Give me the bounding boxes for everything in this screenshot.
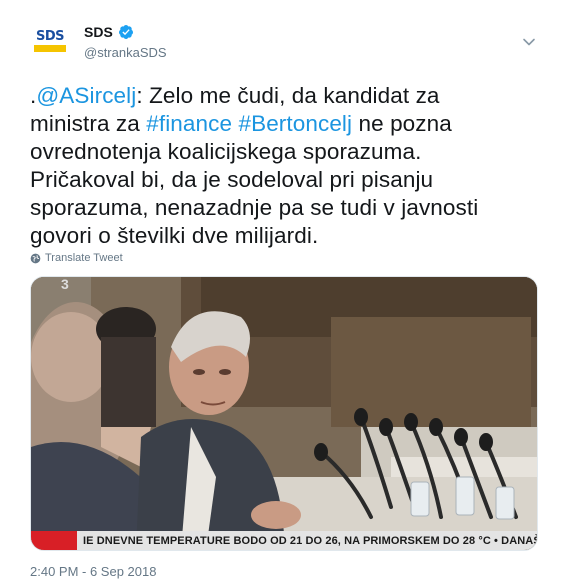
tweet-text-segment: govori o številki dve milijardi. — [30, 223, 319, 248]
translate-label: Translate Tweet — [45, 252, 123, 264]
ticker-red-block — [31, 531, 77, 550]
tweet-text-segment: ne pozna — [352, 111, 452, 136]
name-row: SDS — [84, 24, 134, 40]
tweet-text-segment: Pričakoval bi, da je sodeloval pri pisan… — [30, 167, 434, 192]
tweet-text-line: .@ASircelj: Zelo me čudi, da kandidat za — [30, 82, 542, 110]
tweet-media-image[interactable]: 3 IE DNEVNE TEMPERATURE BODO OD 21 DO 26… — [30, 276, 538, 551]
tweet-text-line: govori o številki dve milijardi. — [30, 222, 542, 250]
media-photo: 3 — [31, 277, 537, 550]
translate-tweet-link[interactable]: Translate Tweet — [30, 252, 123, 264]
tweet-text-line: ministra za #finance #Bertoncelj ne pozn… — [30, 110, 542, 138]
account-handle[interactable]: @strankaSDS — [84, 45, 167, 60]
hashtag-link[interactable]: #Bertoncelj — [238, 111, 352, 136]
hashtag-link[interactable]: #finance — [146, 111, 232, 136]
tweet-text-line: Pričakoval bi, da je sodeloval pri pisan… — [30, 166, 542, 194]
sds-logo-bar — [34, 45, 66, 52]
tweet-text-segment: ministra za — [30, 111, 147, 136]
ticker-text: IE DNEVNE TEMPERATURE BODO OD 21 DO 26, … — [83, 534, 537, 547]
tweet-text-segment: : Zelo me čudi, da kandidat za — [136, 83, 440, 108]
tweet-card: SDS SDS @strankaSDS .@ASircelj: Zelo me … — [0, 0, 565, 587]
display-name[interactable]: SDS — [84, 24, 113, 40]
verified-badge-icon — [118, 25, 133, 39]
tweet-text-segment: sporazuma, nenazadnje pa se tudi v javno… — [30, 195, 479, 220]
tweet-text-line: sporazuma, nenazadnje pa se tudi v javno… — [30, 194, 542, 222]
tweet-text: .@ASircelj: Zelo me čudi, da kandidat za… — [30, 82, 542, 250]
news-ticker: IE DNEVNE TEMPERATURE BODO OD 21 DO 26, … — [31, 531, 537, 550]
avatar[interactable]: SDS — [30, 22, 70, 62]
channel-digit: 3 — [61, 277, 69, 292]
mention-link[interactable]: @ASircelj — [36, 83, 136, 108]
tweet-text-line: ovrednotenja koalicijskega sporazuma. — [30, 138, 542, 166]
tweet-text-segment: ovrednotenja koalicijskega sporazuma. — [30, 139, 422, 164]
tweet-timestamp[interactable]: 2:40 PM - 6 Sep 2018 — [30, 564, 156, 579]
globe-icon — [30, 253, 41, 263]
chevron-down-icon[interactable] — [521, 34, 537, 50]
sds-logo-text: SDS — [35, 29, 65, 44]
